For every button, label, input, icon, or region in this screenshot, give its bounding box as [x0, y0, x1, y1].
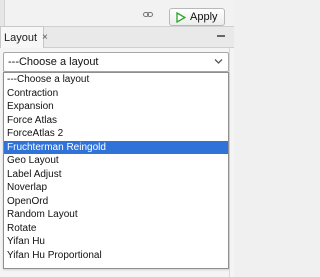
- panel-divider: [229, 48, 230, 277]
- apply-button-label: Apply: [190, 11, 218, 23]
- dropdown-option[interactable]: OpenOrd: [4, 195, 228, 209]
- dropdown-option[interactable]: ForceAtlas 2: [4, 127, 228, 141]
- dropdown-option[interactable]: Yifan Hu Proportional: [4, 249, 228, 263]
- dropdown-option[interactable]: Label Adjust: [4, 168, 228, 182]
- top-toolbar: Apply: [0, 0, 234, 26]
- layout-window: Apply Layout × ---Choose a layout ---Cho…: [0, 0, 234, 277]
- dropdown-option[interactable]: Random Layout: [4, 208, 228, 222]
- apply-button[interactable]: Apply: [169, 8, 225, 26]
- tab-bar: Layout ×: [0, 26, 234, 49]
- dropdown-option[interactable]: Contraction: [4, 87, 228, 101]
- dropdown-option[interactable]: ---Choose a layout: [4, 73, 228, 87]
- close-icon[interactable]: ×: [42, 33, 48, 43]
- link-icon[interactable]: [143, 11, 153, 18]
- dropdown-option[interactable]: Expansion: [4, 100, 228, 114]
- dropdown-option[interactable]: Geo Layout: [4, 154, 228, 168]
- dropdown-option[interactable]: Force Atlas: [4, 114, 228, 128]
- dropdown-option[interactable]: Rotate: [4, 222, 228, 236]
- tab-layout[interactable]: Layout ×: [0, 26, 48, 49]
- dropdown-option[interactable]: Fruchterman Reingold: [4, 140, 228, 154]
- layout-dropdown-list: ---Choose a layout Contraction Expansion Fo…: [3, 72, 229, 269]
- layout-select-value: ---Choose a layout: [8, 56, 99, 68]
- dropdown-option[interactable]: Noverlap: [4, 181, 228, 195]
- chevron-down-icon: [214, 59, 223, 64]
- minimize-icon[interactable]: [217, 35, 225, 37]
- layout-select[interactable]: ---Choose a layout: [3, 52, 229, 72]
- play-icon: [176, 11, 186, 23]
- tab-layout-label: Layout: [4, 32, 38, 44]
- panel-edge: [0, 0, 5, 26]
- dropdown-option[interactable]: Yifan Hu: [4, 235, 228, 249]
